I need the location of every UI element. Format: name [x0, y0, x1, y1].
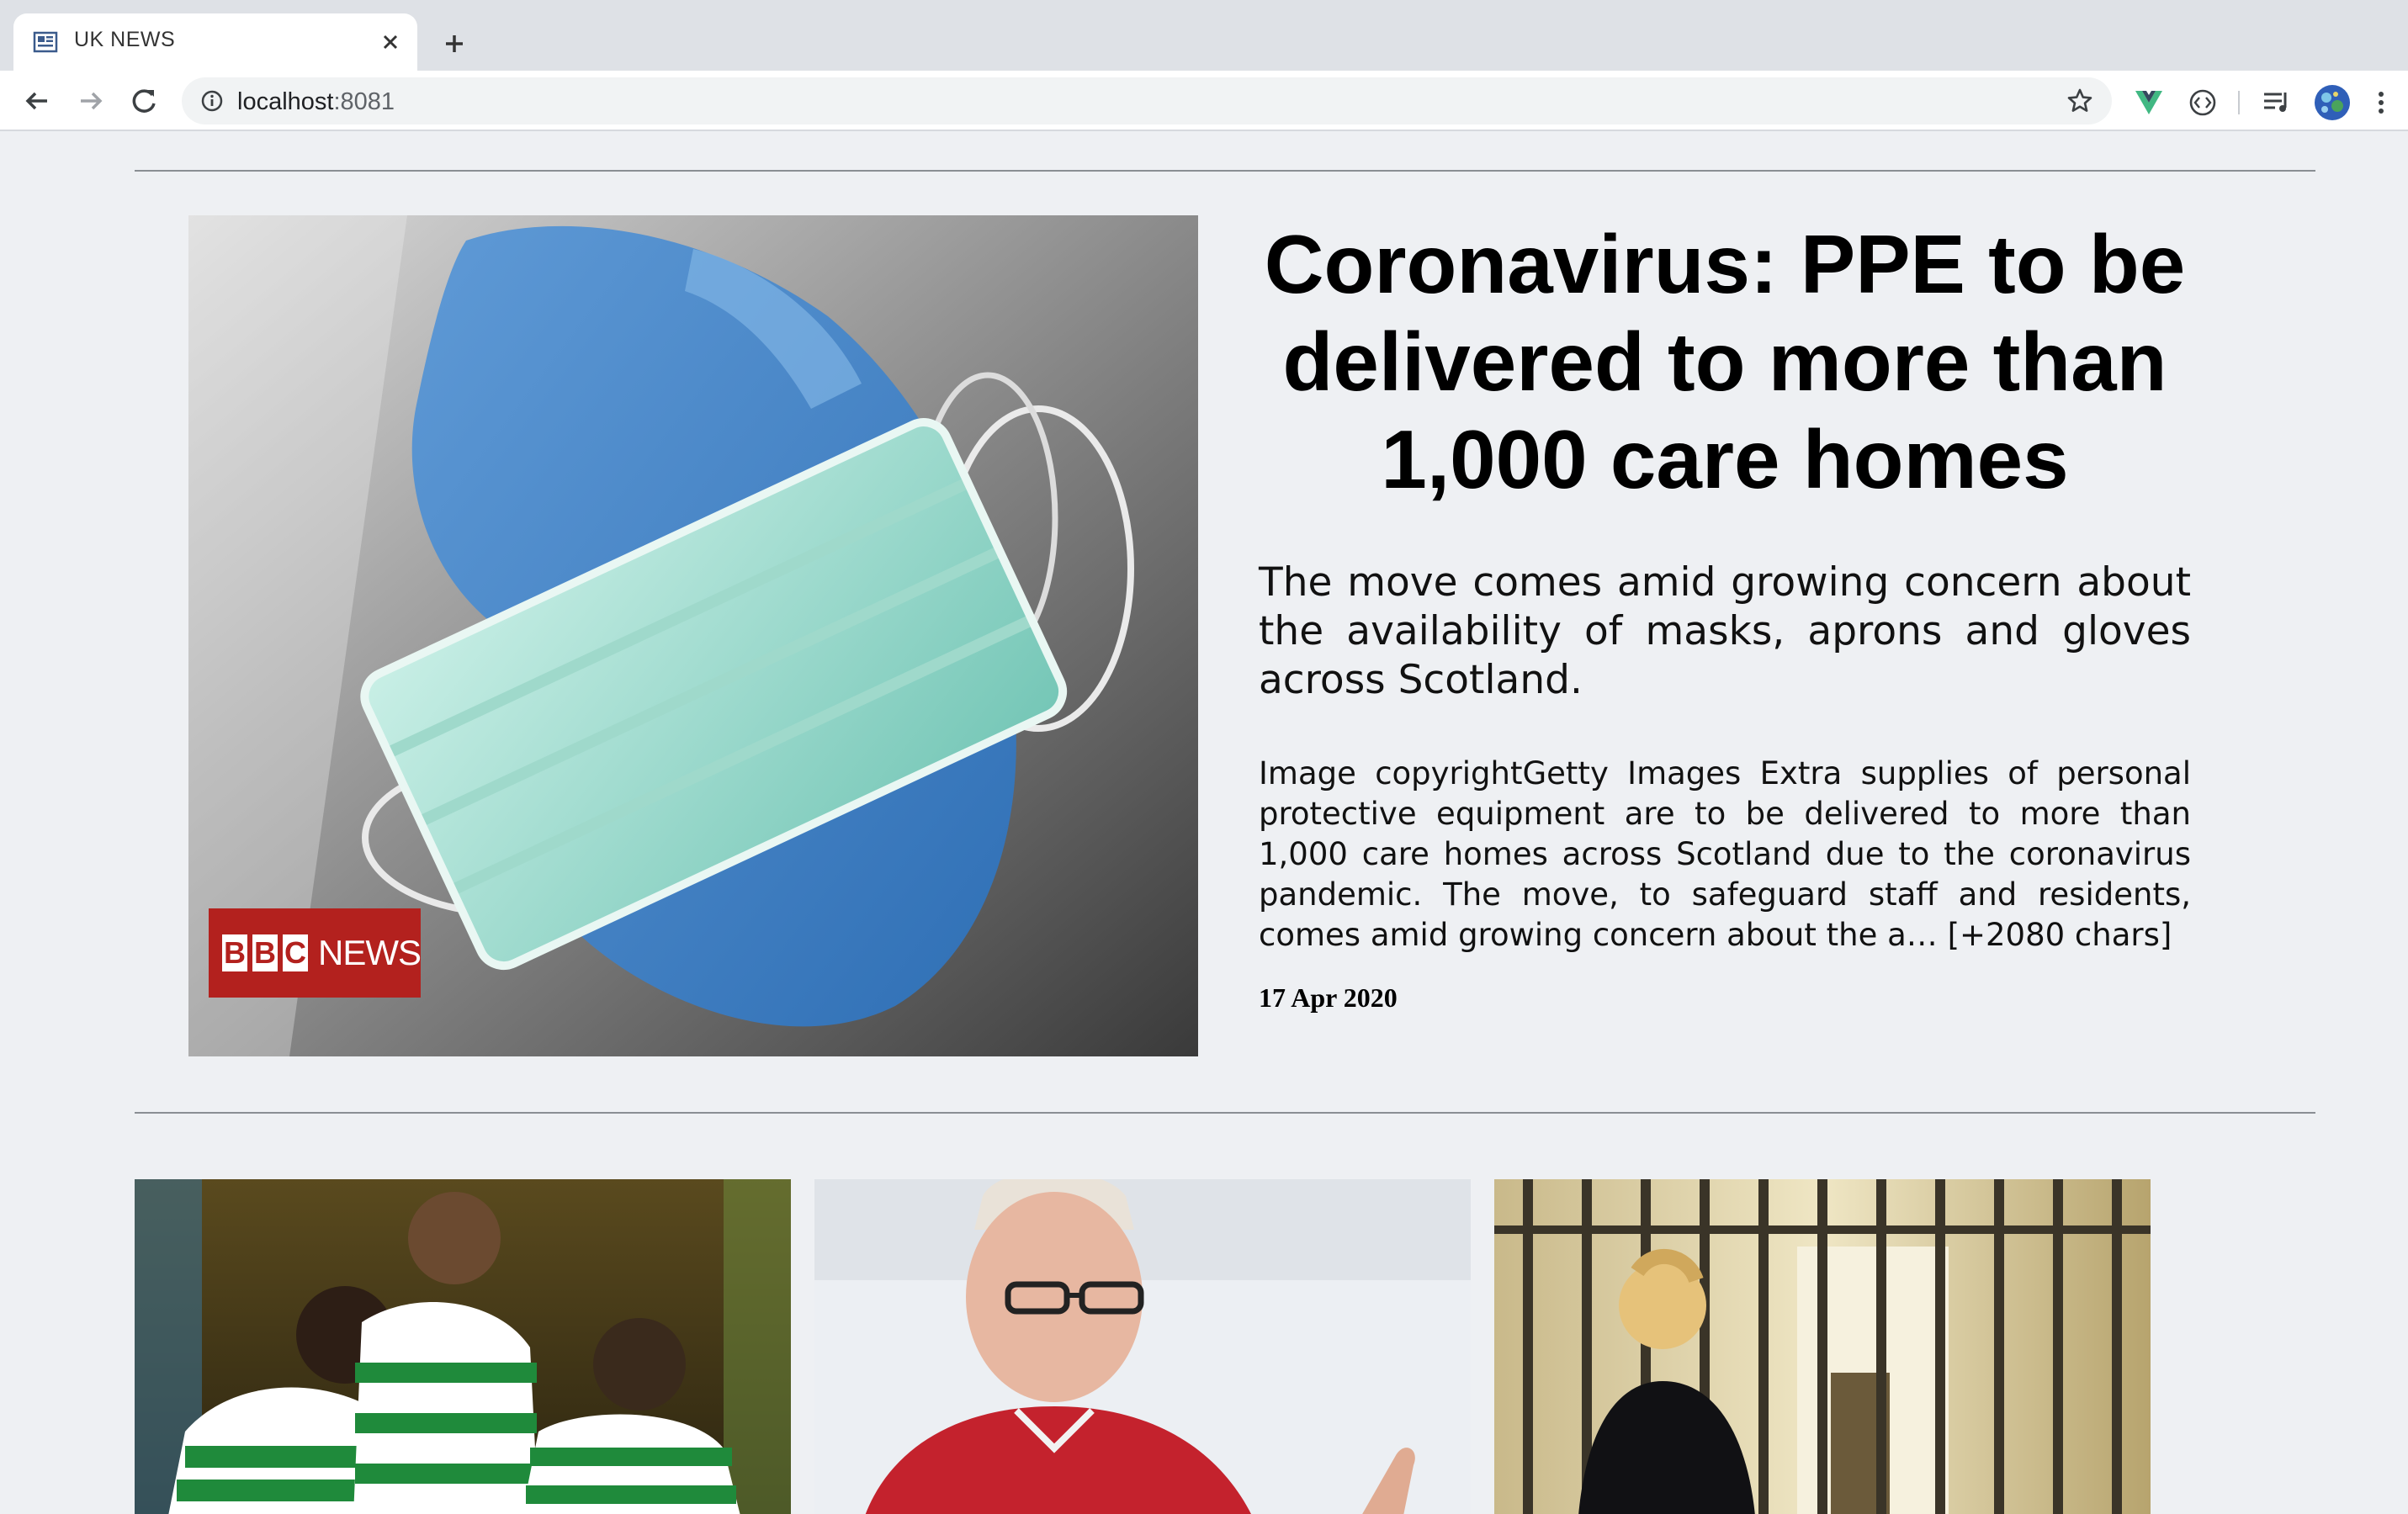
bbc-logo-letter: B [252, 934, 278, 971]
hero-content-snippet: Image copyrightGetty Images Extra suppli… [1259, 755, 2191, 953]
hero-article-text: Coronavirus: PPE to be delivered to more… [1259, 215, 2191, 1014]
prison-officer-corridor-photo [1494, 1179, 2151, 1514]
bbc-news-logo: B B C NEWS [209, 908, 422, 998]
address-bar[interactable]: localhost:8081 [182, 77, 2112, 124]
vue-devtools-extension-icon[interactable] [2132, 86, 2166, 119]
coach-in-red-shirt-photo [814, 1179, 1471, 1514]
browser-tabstrip: UK NEWS [0, 0, 2408, 71]
article-card-image[interactable] [1494, 1179, 2151, 1514]
reload-icon[interactable] [126, 82, 163, 119]
bbc-logo-letter: C [283, 934, 308, 971]
browser-toolbar: localhost:8081 [0, 71, 2408, 131]
bbc-logo-word: NEWS [318, 933, 422, 972]
top-divider [135, 170, 2315, 172]
url-host: localhost [237, 88, 334, 115]
middle-divider [135, 1112, 2315, 1114]
code-extension-icon[interactable] [2186, 86, 2220, 119]
article-card-image[interactable] [135, 1179, 791, 1514]
bookmark-star-icon[interactable] [2065, 86, 2095, 116]
site-info-icon[interactable] [199, 87, 225, 114]
hero-headline[interactable]: Coronavirus: PPE to be delivered to more… [1259, 215, 2191, 508]
url-text: localhost:8081 [237, 88, 395, 116]
toolbar-divider [2238, 91, 2240, 114]
hero-description: The move comes amid growing concern abou… [1259, 559, 2191, 703]
browser-tab[interactable]: UK NEWS [13, 13, 417, 71]
back-arrow-icon[interactable] [19, 82, 56, 119]
close-tab-icon[interactable] [375, 27, 406, 57]
profile-avatar-icon[interactable] [2314, 84, 2351, 121]
media-queue-icon[interactable] [2260, 86, 2294, 119]
page-content: B B C NEWS Coronavirus: PPE to be delive… [0, 133, 2408, 1514]
hero-published-date: 17 Apr 2020 [1259, 982, 1398, 1013]
tab-title: UK NEWS [74, 28, 176, 51]
article-card-image[interactable] [814, 1179, 1471, 1514]
browser-menu-kebab-icon[interactable] [2369, 86, 2393, 119]
new-tab-plus-icon[interactable] [434, 24, 475, 64]
football-players-celebrating-photo [135, 1179, 791, 1514]
url-port: :8081 [333, 88, 395, 115]
newspaper-favicon-icon [33, 31, 58, 53]
hero-article-image[interactable]: B B C NEWS [188, 215, 1198, 1056]
forward-arrow-icon[interactable] [72, 82, 109, 119]
bbc-logo-letter: B [222, 934, 247, 971]
